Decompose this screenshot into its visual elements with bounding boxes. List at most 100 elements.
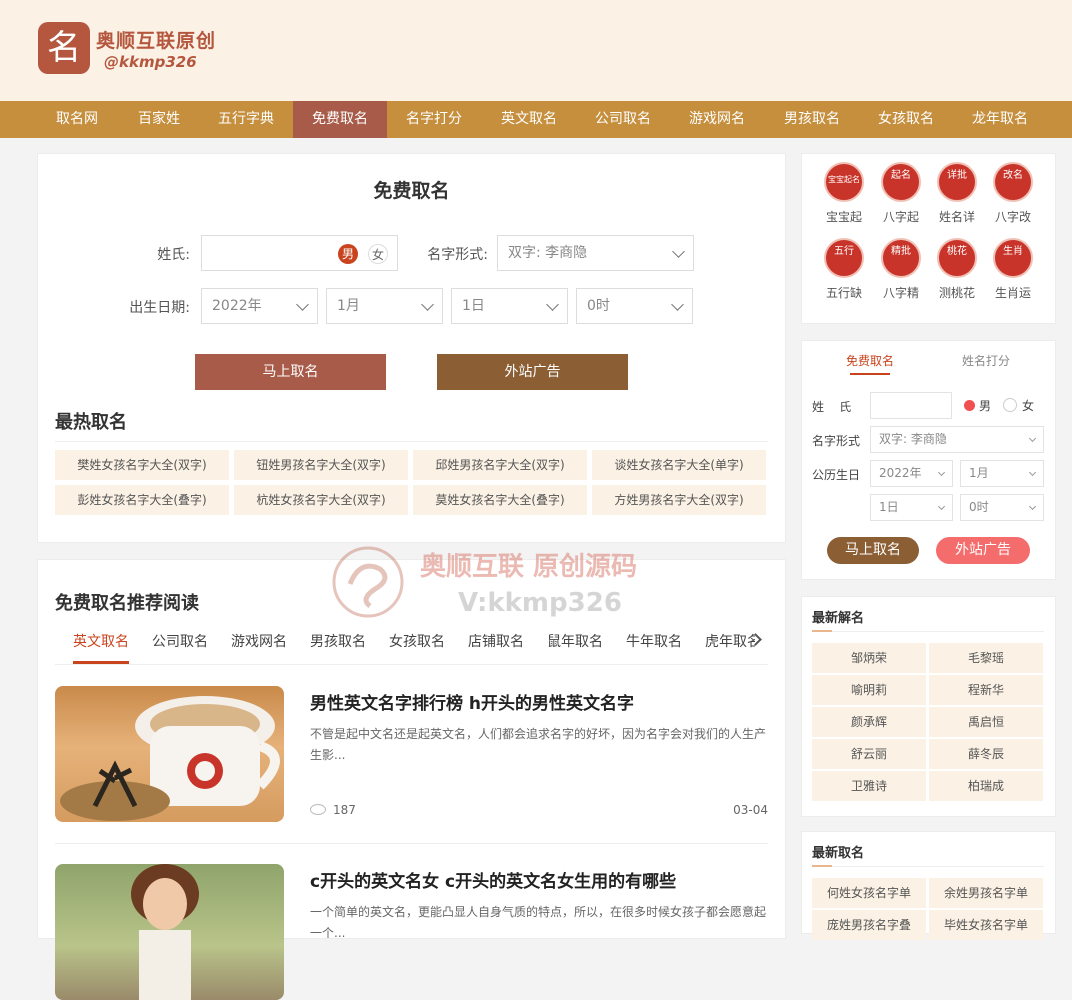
site-logo[interactable]: 名 奥顺互联原创 @kkmp326	[38, 20, 228, 76]
side-tab-name-score[interactable]: 姓名打分	[962, 352, 1010, 369]
hot-item[interactable]: 谈姓女孩名字大全(单字)	[592, 450, 766, 480]
name-item[interactable]: 舒云丽	[812, 739, 926, 769]
nav-item-boy[interactable]: 男孩取名	[772, 101, 852, 138]
side-year-select[interactable]: 2022年	[870, 460, 953, 487]
nav-item-wuxing[interactable]: 五行字典	[206, 101, 286, 138]
nav-item-company[interactable]: 公司取名	[583, 101, 663, 138]
naming-item[interactable]: 毕姓女孩名字单	[929, 910, 1043, 940]
naming-item[interactable]: 庞姓男孩名字叠	[812, 910, 926, 940]
peach-blossom-icon[interactable]: 桃花 测桃花	[929, 238, 985, 301]
submit-button[interactable]: 马上取名	[195, 354, 386, 390]
naming-item[interactable]: 余姓男孩名字单	[929, 878, 1043, 908]
name-item[interactable]: 薛冬辰	[929, 739, 1043, 769]
name-item[interactable]: 邹炳荣	[812, 643, 926, 673]
hour-select[interactable]: 0时	[576, 288, 693, 324]
nav-item-english[interactable]: 英文取名	[489, 101, 569, 138]
male-radio[interactable]	[964, 400, 975, 411]
side-style-select[interactable]: 双字: 李商隐	[870, 426, 1044, 453]
nav-item-dragon[interactable]: 龙年取名	[960, 101, 1040, 138]
latest-naming-panel: 最新取名 何姓女孩名字单 余姓男孩名字单 庞姓男孩名字叠 毕姓女孩名字单	[801, 831, 1056, 940]
year-select[interactable]: 2022年	[201, 288, 318, 324]
icon-label: 八字改	[994, 210, 1031, 224]
reading-title: 免费取名推荐阅读	[55, 593, 199, 614]
article-thumbnail[interactable]	[55, 864, 284, 1000]
tab-shop[interactable]: 店铺取名	[468, 631, 524, 651]
name-style-select[interactable]: 双字: 李商隐	[497, 235, 694, 271]
bazi-naming-icon[interactable]: 起名 八字起	[873, 162, 929, 225]
name-item[interactable]: 柏瑞成	[929, 771, 1043, 801]
side-month-value: 1月	[969, 466, 989, 480]
wuxing-icon[interactable]: 五行 五行缺	[816, 238, 872, 301]
tab-tiger-year[interactable]: 虎年取名	[705, 631, 755, 651]
nav-item-name-score[interactable]: 名字打分	[394, 101, 474, 138]
nav-item-quming[interactable]: 取名网	[44, 101, 110, 138]
hot-item[interactable]: 杭姓女孩名字大全(双字)	[234, 485, 408, 515]
tab-english[interactable]: 英文取名	[73, 631, 129, 651]
side-day-select[interactable]: 1日	[870, 494, 953, 521]
zodiac-luck-icon[interactable]: 生肖 生肖运	[985, 238, 1041, 301]
name-detail-icon[interactable]: 详批 姓名详	[929, 162, 985, 225]
surname-input[interactable]: 男 女	[201, 235, 398, 271]
baby-naming-icon[interactable]: 宝宝起名 宝宝起	[816, 162, 872, 225]
month-select[interactable]: 1月	[326, 288, 443, 324]
naming-item[interactable]: 何姓女孩名字单	[812, 878, 926, 908]
nav-item-baijiaxing[interactable]: 百家姓	[126, 101, 192, 138]
title-accent	[812, 630, 832, 632]
article-title[interactable]: 男性英文名字排行榜 h开头的男性英文名字	[310, 689, 634, 714]
tab-ox-year[interactable]: 牛年取名	[626, 631, 682, 651]
icon-label: 生肖运	[994, 286, 1031, 300]
nav-item-free-naming[interactable]: 免费取名	[293, 101, 387, 138]
hot-item[interactable]: 方姓男孩名字大全(双字)	[592, 485, 766, 515]
tab-company[interactable]: 公司取名	[152, 631, 208, 651]
tab-boy[interactable]: 男孩取名	[310, 631, 366, 651]
icon-badge: 详批	[937, 162, 977, 202]
article-thumbnail[interactable]	[55, 686, 284, 822]
side-submit-button[interactable]: 马上取名	[827, 537, 919, 564]
side-birth-label: 公历生日	[812, 468, 861, 482]
female-radio[interactable]	[1003, 398, 1017, 412]
month-value: 1月	[337, 298, 360, 314]
surname-label: 姓氏:	[157, 247, 190, 263]
icon-label: 姓名详	[938, 210, 975, 224]
article-desc: 不管是起中文名还是起英文名，人们都会追求名字的好坏，因为名字会对我们的人生产生影…	[310, 727, 767, 762]
hot-item[interactable]: 钮姓男孩名字大全(双字)	[234, 450, 408, 480]
hot-title: 最热取名	[55, 412, 127, 433]
side-style-value: 双字: 李商隐	[879, 432, 947, 446]
name-item[interactable]: 毛黎瑶	[929, 643, 1043, 673]
name-item[interactable]: 颜承辉	[812, 707, 926, 737]
divider	[812, 866, 1044, 867]
icon-badge: 五行	[824, 238, 864, 278]
name-item[interactable]: 程新华	[929, 675, 1043, 705]
name-item[interactable]: 禹启恒	[929, 707, 1043, 737]
name-item[interactable]: 卫雅诗	[812, 771, 926, 801]
bazi-detail-icon[interactable]: 精批 八字精	[873, 238, 929, 301]
name-item[interactable]: 喻明莉	[812, 675, 926, 705]
side-surname-input[interactable]	[870, 392, 952, 419]
article-title[interactable]: c开头的英文名女 c开头的英文名女生用的有哪些	[310, 867, 676, 892]
eye-icon	[310, 804, 326, 815]
nav-item-game[interactable]: 游戏网名	[677, 101, 757, 138]
latest-analysis-title: 最新解名	[812, 611, 865, 626]
hot-item[interactable]: 樊姓女孩名字大全(双字)	[55, 450, 229, 480]
hot-item[interactable]: 彭姓女孩名字大全(叠字)	[55, 485, 229, 515]
divider	[55, 664, 768, 665]
side-ad-button[interactable]: 外站广告	[936, 537, 1030, 564]
hot-item[interactable]: 邱姓男孩名字大全(双字)	[413, 450, 587, 480]
tab-rat-year[interactable]: 鼠年取名	[547, 631, 603, 651]
side-hour-select[interactable]: 0时	[960, 494, 1044, 521]
hot-item[interactable]: 莫姓女孩名字大全(叠字)	[413, 485, 587, 515]
ad-button[interactable]: 外站广告	[437, 354, 628, 390]
day-select[interactable]: 1日	[451, 288, 568, 324]
female-toggle[interactable]: 女	[368, 244, 388, 264]
male-label: 男	[979, 399, 992, 413]
chevron-down-icon	[1028, 502, 1037, 511]
chevron-down-icon	[1028, 468, 1037, 477]
tab-girl[interactable]: 女孩取名	[389, 631, 445, 651]
bazi-rename-icon[interactable]: 改名 八字改	[985, 162, 1041, 225]
side-month-select[interactable]: 1月	[960, 460, 1044, 487]
side-tab-free-naming[interactable]: 免费取名	[846, 352, 894, 369]
nav-item-girl[interactable]: 女孩取名	[866, 101, 946, 138]
tab-game[interactable]: 游戏网名	[231, 631, 287, 651]
male-toggle[interactable]: 男	[338, 244, 358, 264]
chevron-down-icon	[672, 245, 685, 258]
